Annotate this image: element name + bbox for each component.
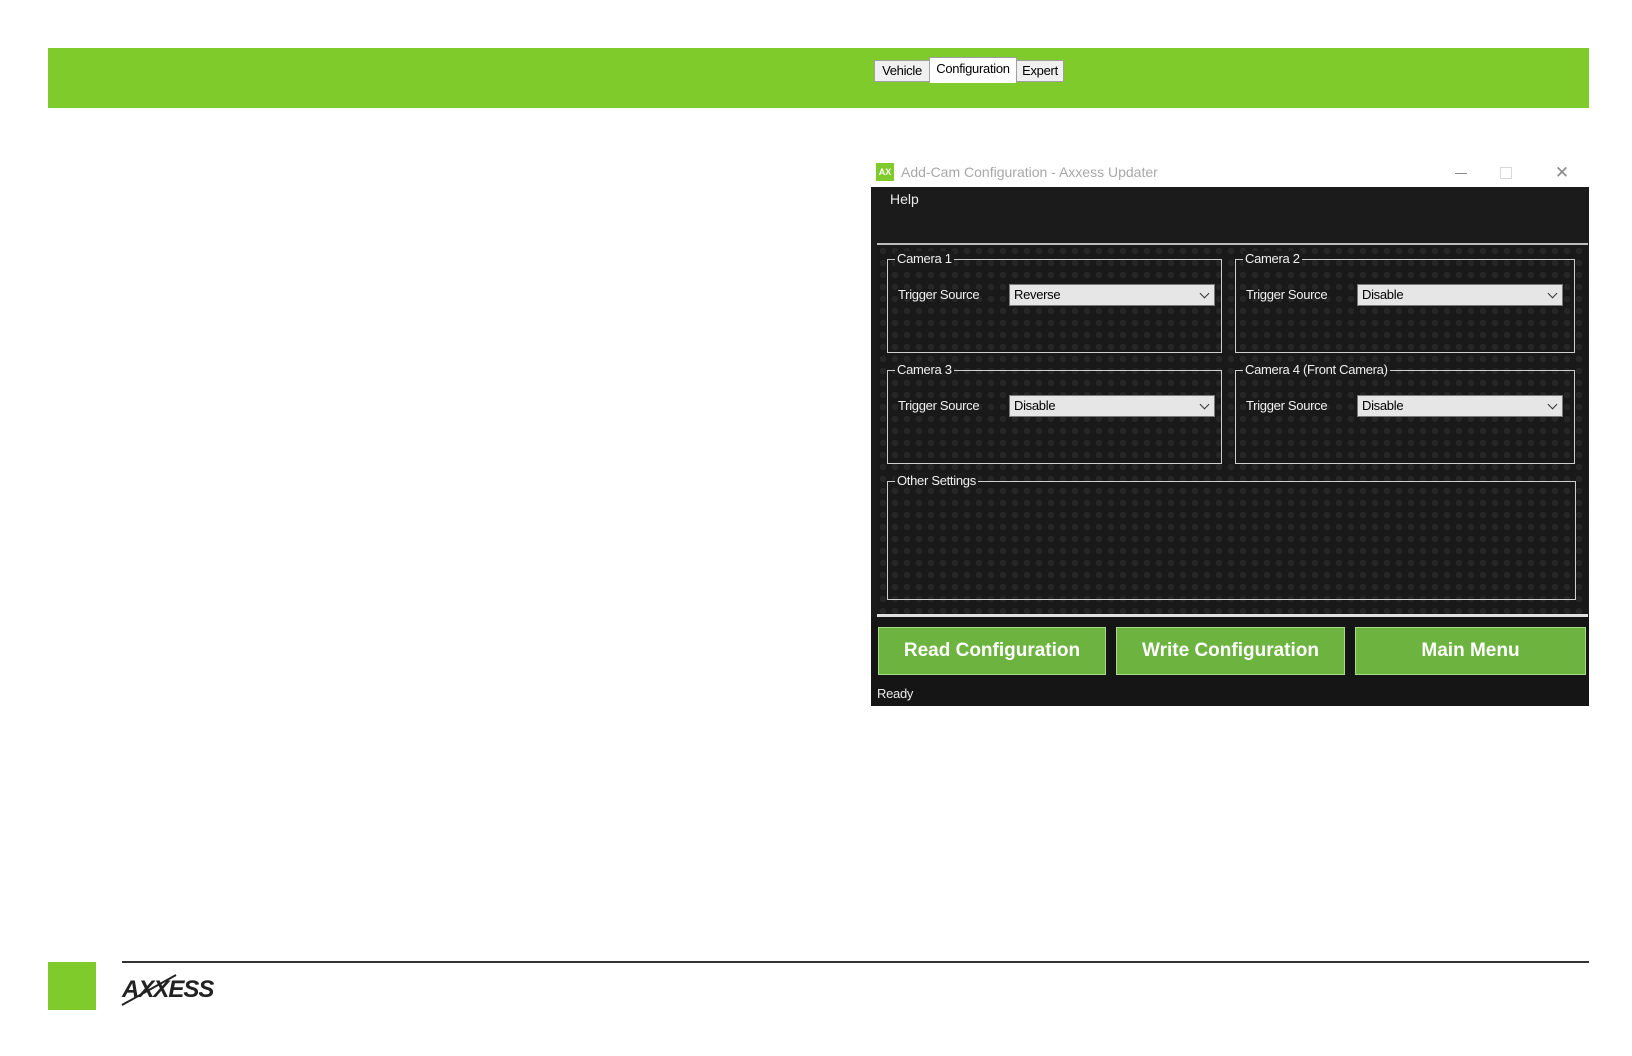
camera-2-group: Camera 2 Trigger Source Disable (1235, 251, 1575, 353)
camera-2-trigger-label: Trigger Source (1246, 287, 1328, 302)
footer-green-square (48, 962, 96, 1010)
tab-vehicle[interactable]: Vehicle (874, 60, 930, 82)
chevron-down-icon (1547, 399, 1558, 410)
close-icon: ✕ (1554, 163, 1570, 182)
camera-1-trigger-select[interactable]: Reverse (1009, 284, 1215, 306)
camera-4-trigger-select[interactable]: Disable (1357, 395, 1563, 417)
footer-divider (122, 961, 1589, 963)
camera-4-trigger-value: Disable (1362, 398, 1404, 413)
other-settings-group: Other Settings (887, 473, 1576, 600)
minimize-button[interactable] (1438, 159, 1484, 187)
axxess-logo: AXXESS (121, 974, 215, 1006)
camera-3-title: Camera 3 (895, 362, 954, 377)
camera-3-trigger-value: Disable (1014, 398, 1056, 413)
camera-2-title: Camera 2 (1243, 251, 1302, 266)
camera-3-trigger-select[interactable]: Disable (1009, 395, 1215, 417)
read-configuration-button[interactable]: Read Configuration (878, 627, 1106, 675)
chevron-down-icon (1199, 399, 1210, 410)
camera-4-group: Camera 4 (Front Camera) Trigger Source D… (1235, 362, 1575, 464)
chevron-down-icon (1199, 288, 1210, 299)
write-configuration-button[interactable]: Write Configuration (1116, 627, 1345, 675)
maximize-button[interactable] (1483, 159, 1529, 187)
menubar: Help (871, 187, 1589, 211)
camera-2-trigger-select[interactable]: Disable (1357, 284, 1563, 306)
maximize-icon (1500, 167, 1512, 179)
minimize-icon (1455, 172, 1467, 174)
tab-configuration[interactable]: Configuration (929, 57, 1017, 83)
other-settings-title: Other Settings (895, 473, 978, 488)
configuration-panel: Camera 1 Trigger Source Reverse Camera 2… (877, 243, 1588, 617)
status-text: Ready (877, 686, 914, 701)
camera-1-title: Camera 1 (895, 251, 954, 266)
chevron-down-icon (1547, 288, 1558, 299)
camera-1-group: Camera 1 Trigger Source Reverse (887, 251, 1222, 353)
camera-3-group: Camera 3 Trigger Source Disable (887, 362, 1222, 464)
titlebar: AX Add-Cam Configuration - Axxess Update… (871, 159, 1589, 187)
camera-2-trigger-value: Disable (1362, 287, 1404, 302)
window-title: Add-Cam Configuration - Axxess Updater (901, 164, 1158, 180)
menu-help[interactable]: Help (890, 191, 919, 207)
camera-1-trigger-label: Trigger Source (898, 287, 980, 302)
camera-4-trigger-label: Trigger Source (1246, 398, 1328, 413)
tab-expert[interactable]: Expert (1016, 60, 1064, 82)
camera-3-trigger-label: Trigger Source (898, 398, 980, 413)
camera-4-title: Camera 4 (Front Camera) (1243, 362, 1390, 377)
main-menu-button[interactable]: Main Menu (1355, 627, 1586, 675)
app-icon: AX (876, 163, 894, 181)
camera-1-trigger-value: Reverse (1014, 287, 1061, 302)
header-green-bar (48, 48, 1589, 108)
close-button[interactable]: ✕ (1539, 159, 1585, 187)
